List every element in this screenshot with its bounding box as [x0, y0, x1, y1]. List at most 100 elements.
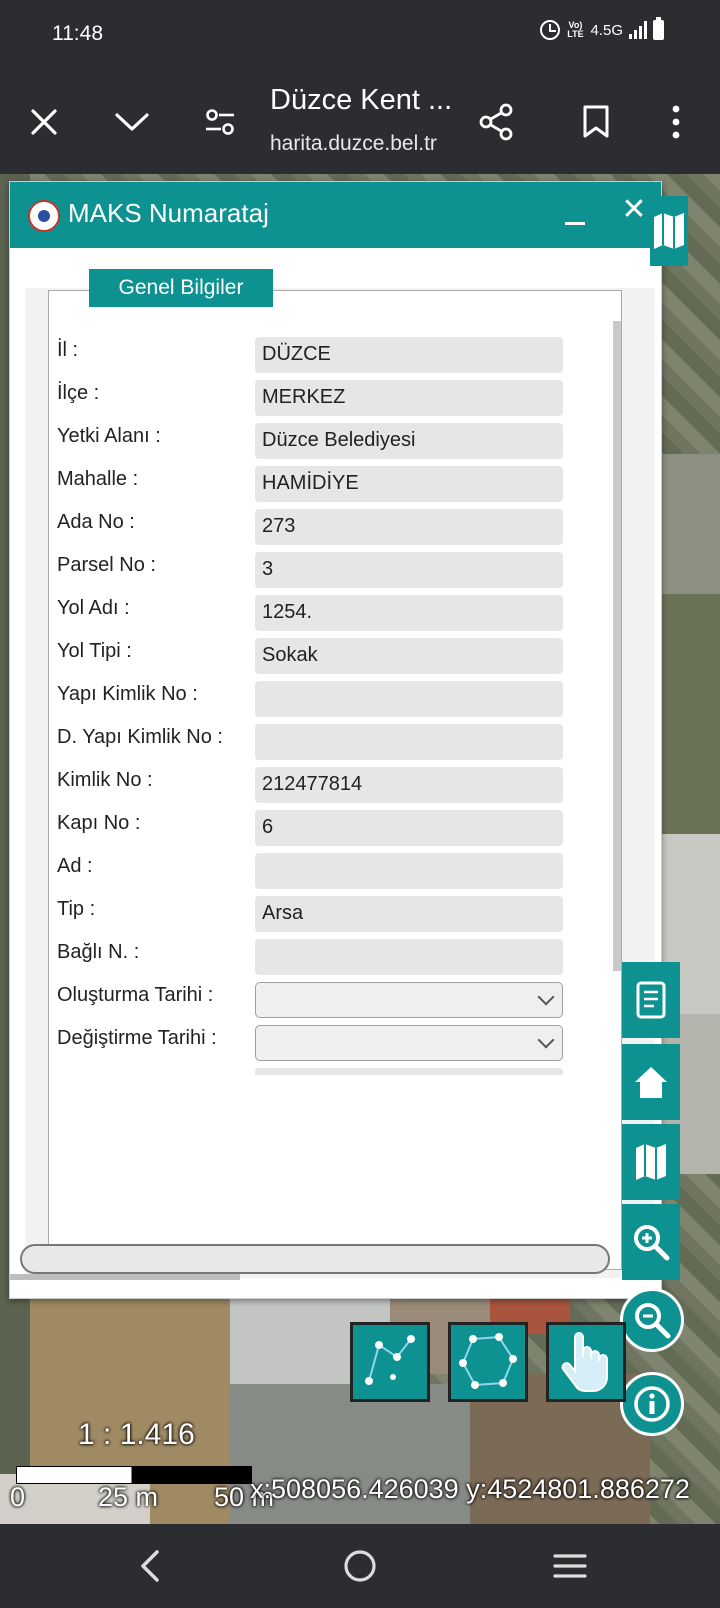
info-button[interactable] [620, 1372, 684, 1436]
field-row: İl : DÜZCE [57, 337, 577, 375]
close-panel-button[interactable]: ✕ [614, 190, 654, 230]
field-label: Ad : [57, 855, 93, 877]
scale-label: 25 m [98, 1482, 159, 1512]
field-value-partial [255, 1068, 563, 1075]
page-url[interactable]: harita.duzce.bel.tr [270, 132, 437, 156]
date-select[interactable] [255, 1025, 563, 1061]
field-value[interactable]: MERKEZ [255, 380, 563, 416]
horizontal-scrollbar[interactable] [20, 1244, 610, 1274]
field-row: İlçe : MERKEZ [57, 380, 577, 418]
map-scale: 1 : 1.416 [78, 1418, 195, 1451]
page-title[interactable]: Düzce Kent ... [270, 84, 452, 117]
draw-line-button[interactable] [350, 1322, 430, 1402]
network-type: 4.5G [590, 21, 623, 39]
field-label: Yetki Alanı : [57, 425, 161, 447]
chevron-down-icon [537, 1031, 555, 1049]
layers-button[interactable] [650, 196, 688, 266]
field-row: Tip : Arsa [57, 896, 577, 934]
field-value[interactable]: 3 [255, 552, 563, 588]
volte-icon: Vo) LTE [567, 20, 584, 39]
field-value[interactable] [255, 853, 563, 889]
field-row: Yapı Kimlik No : [57, 681, 577, 719]
hand-pointer-icon [561, 1332, 608, 1392]
alarm-icon [540, 20, 561, 40]
field-value[interactable]: DÜZCE [255, 337, 563, 373]
field-label: Bağlı N. : [57, 941, 140, 963]
field-label: Mahalle : [57, 468, 139, 490]
field-row: Kapı No : 6 [57, 810, 577, 848]
field-value[interactable]: Arsa [255, 896, 563, 932]
map-view-button[interactable] [622, 1124, 680, 1200]
tab-genel-bilgiler[interactable]: Genel Bilgiler [89, 269, 273, 307]
field-label: D. Yapı Kimlik No : [57, 726, 223, 748]
field-row: Ad : [57, 853, 577, 891]
panel-title: MAKS Numarataj [68, 198, 269, 228]
zoom-out-button[interactable] [620, 1288, 684, 1352]
field-row: Mahalle : HAMİDİYE [57, 466, 577, 504]
share-button[interactable] [466, 70, 526, 174]
chevron-down-icon [115, 113, 149, 131]
field-row: Yol Adı : 1254. [57, 595, 577, 633]
field-row: Kimlik No : 212477814 [57, 767, 577, 805]
status-icons: Vo) LTE 4.5G [540, 17, 664, 40]
field-value[interactable]: Düzce Belediyesi [255, 423, 563, 459]
share-icon [479, 103, 513, 141]
tab-content: Genel Bilgiler İl : DÜZCE İlçe : MERKEZ … [48, 269, 622, 1270]
field-label: İl : [57, 339, 79, 361]
field-value[interactable]: Sokak [255, 638, 563, 674]
select-tool-button[interactable] [546, 1322, 626, 1402]
zoom-in-button[interactable] [622, 1204, 680, 1280]
bookmark-icon [583, 105, 609, 138]
info-icon [634, 1386, 670, 1422]
recents-button[interactable] [520, 1524, 620, 1608]
home-circle-icon [344, 1550, 376, 1582]
panel-header: MAKS Numarataj ✕ [10, 182, 661, 248]
back-icon [141, 1550, 159, 1582]
fields-scroll-area[interactable]: İl : DÜZCE İlçe : MERKEZ Yetki Alanı : D… [49, 323, 609, 1075]
field-label: Ada No : [57, 511, 135, 533]
map-icon [636, 1144, 666, 1180]
field-row: Yol Tipi : Sokak [57, 638, 577, 676]
close-tab-button[interactable] [14, 70, 74, 174]
recents-icon [553, 1554, 587, 1578]
back-button[interactable] [100, 1524, 200, 1608]
field-value[interactable]: 212477814 [255, 767, 563, 803]
polyline-icon [365, 1335, 415, 1385]
draw-polygon-button[interactable] [448, 1322, 528, 1402]
status-bar: 11:48 Vo) LTE 4.5G [0, 0, 720, 70]
field-label: Yol Adı : [57, 597, 130, 619]
minimize-tab-button[interactable] [102, 70, 162, 174]
field-row: Bağlı N. : [57, 939, 577, 977]
field-row: Yetki Alanı : Düzce Belediyesi [57, 423, 577, 461]
date-select[interactable] [255, 982, 563, 1018]
panel-body: Genel Bilgiler İl : DÜZCE İlçe : MERKEZ … [25, 269, 655, 1278]
field-value[interactable]: 1254. [255, 595, 563, 631]
document-button[interactable] [622, 962, 680, 1038]
scale-label: 0 [10, 1482, 26, 1512]
cursor-coordinates: x:508056.426039 y:4524801.886272 [250, 1474, 690, 1504]
field-value[interactable] [255, 724, 563, 760]
field-label: Tip : [57, 898, 96, 920]
field-row: Ada No : 273 [57, 509, 577, 547]
field-value[interactable] [255, 681, 563, 717]
field-value[interactable]: HAMİDİYE [255, 466, 563, 502]
field-label: Oluşturma Tarihi : [57, 984, 214, 1006]
minimize-panel-button[interactable] [558, 196, 592, 230]
maks-numarataj-panel: MAKS Numarataj ✕ Genel Bilgiler İl : DÜZ… [9, 181, 662, 1299]
zoom-in-icon [634, 1225, 670, 1261]
field-value[interactable] [255, 939, 563, 975]
more-options-button[interactable] [646, 70, 706, 174]
map-icon [654, 213, 684, 249]
field-row: D. Yapı Kimlik No : [57, 724, 577, 762]
home-nav-button[interactable] [310, 1524, 410, 1608]
system-nav-bar [0, 1524, 720, 1608]
vertical-scrollbar[interactable] [613, 321, 621, 971]
field-value[interactable]: 273 [255, 509, 563, 545]
polygon-icon [459, 1333, 517, 1389]
select-row: Değiştirme Tarihi : [57, 1025, 577, 1063]
field-value[interactable]: 6 [255, 810, 563, 846]
site-settings-button[interactable] [190, 70, 250, 174]
bookmark-button[interactable] [566, 70, 626, 174]
field-label: Yol Tipi : [57, 640, 132, 662]
home-button[interactable] [622, 1044, 680, 1120]
